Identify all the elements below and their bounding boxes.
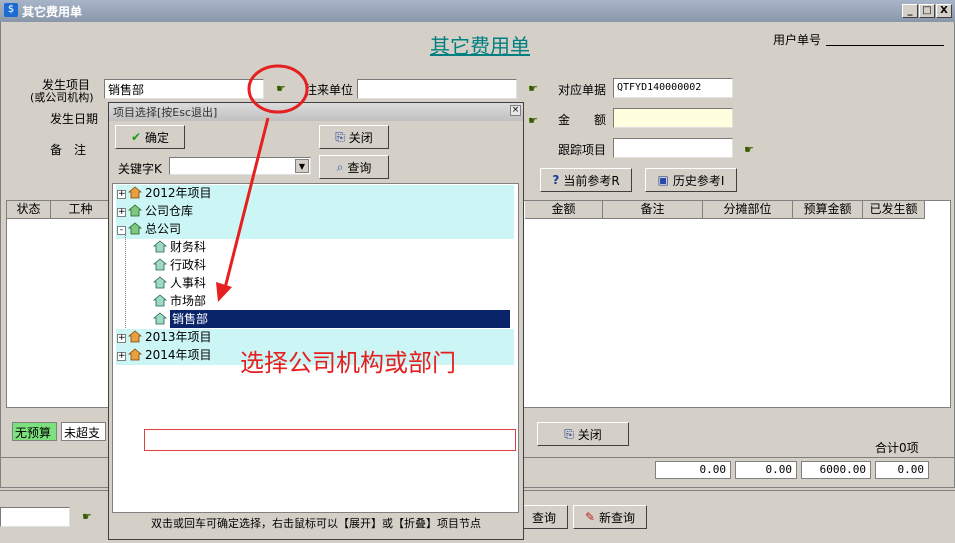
annotation-arrow-head [216,282,232,302]
annotation-text: 选择公司机构或部门 [240,349,456,377]
annotation-arrow-line [222,117,270,293]
annotation-overlay [216,64,309,302]
highlight-circle [247,64,309,114]
